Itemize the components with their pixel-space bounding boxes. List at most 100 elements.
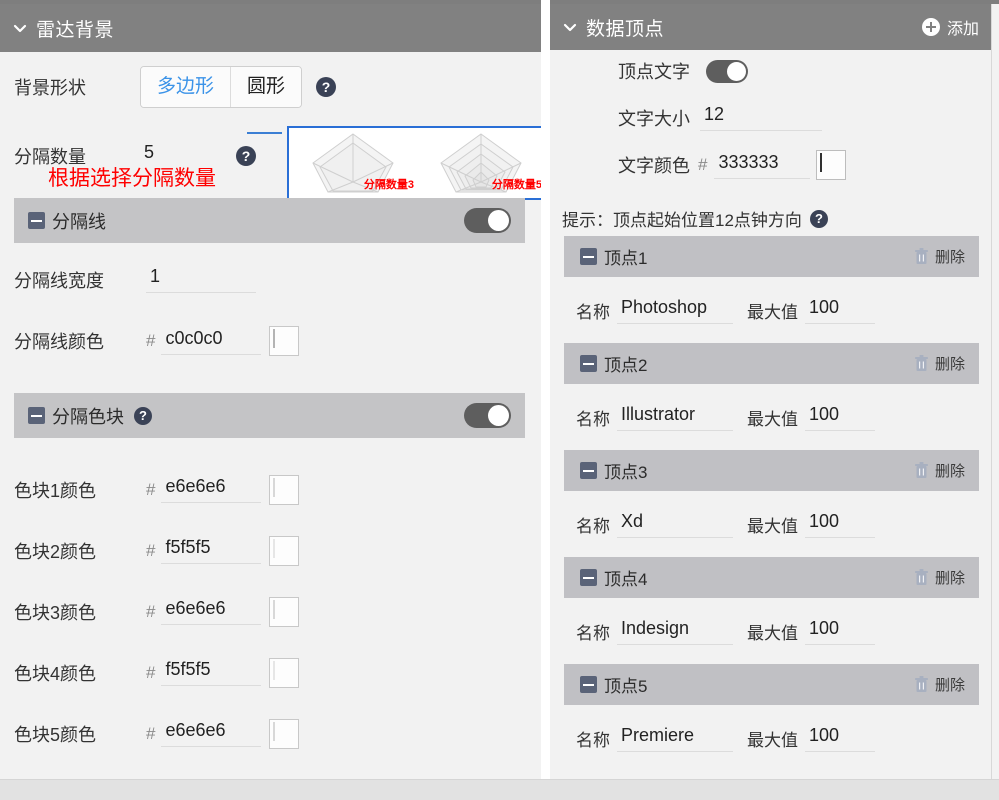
block-toggle[interactable]	[464, 403, 511, 428]
block-color-field[interactable]: e6e6e6	[161, 598, 262, 625]
vertex-text-toggle[interactable]	[706, 59, 748, 83]
preview-thumbs: 分隔数量3 分隔数量5	[289, 128, 541, 198]
vertex-delete-button[interactable]: 删除	[914, 567, 965, 588]
vertex-max-field[interactable]: 100	[805, 618, 875, 645]
vertex-max-underline	[805, 322, 875, 324]
vertex-item-header[interactable]: 顶点4 删除	[564, 557, 979, 598]
vertex-max-field[interactable]: 100	[805, 297, 875, 324]
vertex-name-label: 名称	[576, 409, 610, 429]
text-size-field[interactable]: 12	[700, 104, 822, 131]
vertex-name-underline	[617, 643, 733, 645]
data-vertices-header[interactable]: 数据顶点 添加	[550, 4, 993, 50]
shape-option-circle[interactable]: 圆形	[231, 67, 302, 107]
vertex-name-label: 名称	[576, 623, 610, 643]
block-color-row: 色块1颜色 # e6e6e6	[0, 459, 541, 520]
block-color-hash: #	[146, 662, 156, 682]
radar-background-scroll[interactable]: 雷达背景 背景形状 多边形 圆形 ? 分隔数量 5 ? 根据选择分隔数量 分隔数…	[0, 4, 541, 779]
block-color-value: e6e6e6	[165, 720, 226, 740]
chevron-down-icon[interactable]	[12, 20, 28, 36]
shape-option-polygon[interactable]: 多边形	[141, 67, 232, 107]
vertex-max-field[interactable]: 100	[805, 404, 875, 431]
trash-icon	[914, 248, 929, 265]
block-collapse-icon[interactable]	[28, 407, 45, 424]
add-vertex-button[interactable]: 添加	[921, 15, 981, 39]
vertex-delete-button[interactable]: 删除	[914, 460, 965, 481]
block-color-underline	[161, 746, 262, 747]
vertex-collapse-icon[interactable]	[580, 248, 597, 265]
vertex-collapse-icon[interactable]	[580, 676, 597, 693]
divider-collapse-icon[interactable]	[28, 212, 45, 229]
chevron-down-icon[interactable]	[562, 19, 578, 35]
divider-width-value: 1	[150, 266, 161, 286]
vertex-item: 顶点4 删除 名称 Indesign 最大值 100	[550, 557, 993, 664]
vertex-item-title: 顶点2	[604, 356, 648, 375]
vertex-delete-button[interactable]: 删除	[914, 674, 965, 695]
block-section-help-icon[interactable]: ?	[134, 406, 152, 425]
vertex-name-field[interactable]: Indesign	[617, 618, 733, 645]
vertex-item-header[interactable]: 顶点1 删除	[564, 236, 979, 277]
radar-background-header[interactable]: 雷达背景	[0, 4, 541, 52]
vertex-max-field[interactable]: 100	[805, 725, 875, 752]
vertex-delete-button[interactable]: 删除	[914, 246, 965, 267]
vertex-item-header[interactable]: 顶点5 删除	[564, 664, 979, 705]
vertex-item-header[interactable]: 顶点3 删除	[564, 450, 979, 491]
block-color-swatch[interactable]	[269, 718, 300, 749]
vertex-max-value: 100	[809, 403, 840, 424]
divider-section-header[interactable]: 分隔线	[14, 198, 525, 243]
vertex-name-label: 名称	[576, 516, 610, 536]
trash-icon	[914, 355, 929, 372]
block-color-swatch[interactable]	[269, 474, 300, 505]
block-color-swatch-fill	[273, 538, 276, 558]
vertex-max-value: 100	[809, 296, 840, 317]
vertex-name-value: Premiere	[621, 724, 695, 745]
vertex-max-field[interactable]: 100	[805, 511, 875, 538]
vertex-name-field[interactable]: Premiere	[617, 725, 733, 752]
vertex-name-field[interactable]: Xd	[617, 511, 733, 538]
vertex-max-label: 最大值	[747, 516, 798, 536]
background-shape-help-icon[interactable]: ?	[316, 76, 337, 97]
segment-count-preview-box[interactable]: 分隔数量3 分隔数量5	[287, 126, 541, 200]
panel-gap	[541, 4, 550, 779]
text-color-field[interactable]: 333333	[714, 152, 811, 179]
block-color-hash: #	[146, 601, 156, 621]
block-color-swatch[interactable]	[269, 657, 300, 688]
divider-color-swatch-fill	[273, 329, 276, 348]
block-section-header[interactable]: 分隔色块 ?	[14, 393, 525, 438]
vertex-collapse-icon[interactable]	[580, 569, 597, 586]
divider-color-swatch[interactable]	[269, 326, 300, 356]
vertex-delete-label: 删除	[934, 463, 965, 480]
divider-width-field[interactable]: 1	[146, 266, 256, 293]
vertex-max-underline	[805, 643, 875, 645]
block-color-underline	[161, 502, 262, 503]
vertex-collapse-icon[interactable]	[580, 462, 597, 479]
segment-count-help-icon[interactable]: ?	[236, 145, 256, 166]
vertex-fields-row: 名称 Premiere 最大值 100	[550, 705, 993, 771]
vertex-item: 顶点1 删除 名称 Photoshop 最大值 100	[550, 236, 993, 343]
block-color-row: 色块4颜色 # f5f5f5	[0, 642, 541, 703]
vertex-delete-button[interactable]: 删除	[914, 353, 965, 374]
block-color-field[interactable]: e6e6e6	[161, 720, 262, 747]
block-color-swatch[interactable]	[269, 596, 300, 627]
vertex-item-header[interactable]: 顶点2 删除	[564, 343, 979, 384]
block-color-field[interactable]: e6e6e6	[161, 476, 262, 503]
block-color-field[interactable]: f5f5f5	[161, 659, 262, 686]
background-shape-segmented[interactable]: 多边形 圆形	[140, 66, 303, 108]
vertex-name-value: Illustrator	[621, 403, 696, 424]
divider-color-hash: #	[146, 331, 156, 350]
vertex-name-field[interactable]: Illustrator	[617, 404, 733, 431]
data-vertices-scroll[interactable]: 数据顶点 添加 顶点文字 文字大小 12 文字颜色 # 333333 提示：顶点…	[550, 4, 993, 779]
preview-thumb-3[interactable]: 分隔数量3	[289, 128, 417, 198]
vertex-item: 顶点3 删除 名称 Xd 最大值 100	[550, 450, 993, 557]
block-color-hash: #	[146, 723, 156, 743]
block-color-field[interactable]: f5f5f5	[161, 537, 262, 564]
data-vertices-panel: 数据顶点 添加 顶点文字 文字大小 12 文字颜色 # 333333 提示：顶点…	[550, 4, 993, 779]
vertex-collapse-icon[interactable]	[580, 355, 597, 372]
text-color-swatch[interactable]	[816, 150, 847, 180]
preview-thumb-5[interactable]: 分隔数量5	[417, 128, 541, 198]
divider-toggle[interactable]	[464, 208, 511, 233]
vertex-name-field[interactable]: Photoshop	[617, 297, 733, 324]
block-color-swatch[interactable]	[269, 535, 300, 566]
block-color-underline	[161, 624, 262, 625]
divider-color-field[interactable]: c0c0c0	[161, 328, 262, 355]
vertex-tip-help-icon[interactable]: ?	[809, 209, 828, 228]
